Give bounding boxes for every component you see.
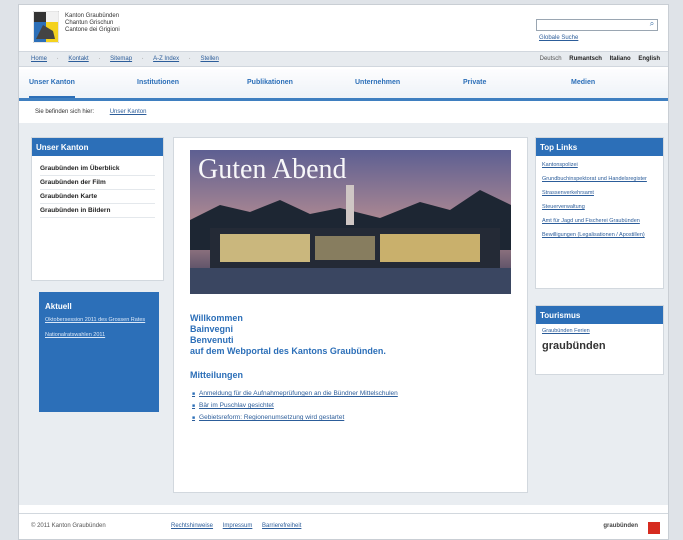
- language-italiano[interactable]: Italiano: [610, 56, 631, 62]
- top-link[interactable]: Strassenverkehrsamt: [542, 190, 657, 197]
- utility-link-sitemap[interactable]: Sitemap: [110, 56, 132, 62]
- hero-title: Guten Abend: [198, 154, 347, 185]
- tourismus-title: Tourismus: [536, 306, 663, 324]
- left-menu-title: Unser Kanton: [32, 138, 163, 156]
- graubuenden-brand-logo[interactable]: graubünden: [536, 338, 663, 354]
- left-menu-item[interactable]: Graubünden Karte: [40, 190, 155, 204]
- utility-link-home[interactable]: Home: [31, 56, 47, 62]
- nav-tab-unternehmen[interactable]: Unternehmen: [355, 79, 400, 86]
- welcome-line: auf dem Webportal des Kantons Graubünden…: [190, 346, 386, 356]
- utility-link-kontakt[interactable]: Kontakt: [68, 56, 88, 62]
- welcome-text: Willkommen Bainvegni Benvenuti auf dem W…: [190, 313, 386, 357]
- mitteilung-link[interactable]: Bär im Puschlav gesichtet: [192, 402, 398, 409]
- main-content-box: Guten Abend Willkommen Bainvegni Benvenu…: [173, 137, 528, 493]
- search-icon[interactable]: ⌕: [647, 20, 657, 28]
- utility-link-az-index[interactable]: A-Z Index: [153, 56, 179, 62]
- utility-separator: ·: [141, 56, 144, 62]
- top-link[interactable]: Steuerverwaltung: [542, 204, 657, 211]
- welcome-line: Willkommen: [190, 313, 243, 323]
- footer-link-rechtshinweise[interactable]: Rechtshinweise: [171, 523, 213, 529]
- breadcrumb: Sie befinden sich hier: Unser Kanton: [35, 109, 146, 115]
- aktuell-box: Aktuell Oktobersession 2011 des Grossen …: [39, 292, 159, 412]
- site-name-de: Kanton Graubünden: [65, 13, 120, 19]
- footer-brand-logo[interactable]: graubünden: [603, 523, 638, 529]
- top-link[interactable]: Bewilligungen (Legalisationen / Apostill…: [542, 232, 657, 239]
- utility-separator: ·: [188, 56, 191, 62]
- canton-coat-of-arms-logo[interactable]: [32, 10, 60, 44]
- site-header: Kanton Graubünden Chantun Grischun Canto…: [19, 5, 668, 49]
- site-name: Kanton Graubünden Chantun Grischun Canto…: [65, 13, 120, 34]
- top-link[interactable]: Grundbuchinspektorat und Handelsregister: [542, 176, 657, 183]
- aktuell-item[interactable]: Nationalratswahlen 2011: [39, 330, 159, 345]
- footer-link-barrierefreiheit[interactable]: Barrierefreiheit: [262, 523, 301, 529]
- language-rumantsch[interactable]: Rumantsch: [569, 56, 602, 62]
- site-footer: © 2011 Kanton Graubünden Rechtshinweise …: [19, 513, 668, 539]
- search-input[interactable]: [536, 19, 658, 31]
- nav-tab-private[interactable]: Private: [463, 79, 486, 86]
- welcome-line: Benvenuti: [190, 335, 234, 345]
- site-name-it: Cantone dei Grigioni: [65, 27, 120, 33]
- aktuell-item[interactable]: Oktobersession 2011 des Grossen Rates: [39, 315, 159, 330]
- nav-tab-institutionen[interactable]: Institutionen: [137, 79, 179, 86]
- footer-link-impressum[interactable]: Impressum: [223, 523, 253, 529]
- tourismus-link[interactable]: Graubünden Ferien: [536, 324, 663, 338]
- left-menu-item[interactable]: Graubünden der Film: [40, 176, 155, 190]
- top-link[interactable]: Kantonspolizei: [542, 162, 657, 169]
- footer-links: Rechtshinweise Impressum Barrierefreihei…: [171, 523, 309, 529]
- browser-page: Kanton Graubünden Chantun Grischun Canto…: [18, 4, 669, 540]
- hero-image: Guten Abend: [190, 150, 511, 294]
- utility-bar: Home · Kontakt · Sitemap · A-Z Index · S…: [19, 51, 668, 67]
- top-links-list: Kantonspolizei Grundbuchinspektorat und …: [536, 156, 663, 252]
- top-links-title: Top Links: [536, 138, 663, 156]
- left-menu-box: Unser Kanton Graubünden im Überblick Gra…: [31, 137, 164, 281]
- nav-tab-publikationen[interactable]: Publikationen: [247, 79, 293, 86]
- utility-links: Home · Kontakt · Sitemap · A-Z Index · S…: [31, 56, 227, 62]
- global-search-link[interactable]: Globale Suche: [539, 35, 578, 41]
- mitteilungen-list: Anmeldung für die Aufnahmeprüfungen an d…: [192, 390, 398, 426]
- left-menu-item[interactable]: Graubünden im Überblick: [40, 162, 155, 176]
- language-deutsch[interactable]: Deutsch: [540, 56, 562, 62]
- mitteilung-link[interactable]: Anmeldung für die Aufnahmeprüfungen an d…: [192, 390, 398, 397]
- main-navigation: Unser Kanton Institutionen Publikationen…: [19, 69, 668, 101]
- welcome-line: Bainvegni: [190, 324, 234, 334]
- top-link[interactable]: Amt für Jagd und Fischerei Graubünden: [542, 218, 657, 225]
- left-menu-list: Graubünden im Überblick Graubünden der F…: [32, 156, 163, 224]
- utility-link-stellen[interactable]: Stellen: [200, 56, 218, 62]
- left-menu-item[interactable]: Graubünden in Bildern: [40, 204, 155, 218]
- mitteilung-link[interactable]: Gebietsreform: Regionenumsetzung wird ge…: [192, 414, 398, 421]
- nav-tab-unser-kanton[interactable]: Unser Kanton: [29, 79, 75, 98]
- footer-badge-icon[interactable]: [648, 522, 660, 534]
- aktuell-title: Aktuell: [45, 302, 72, 311]
- top-links-box: Top Links Kantonspolizei Grundbuchinspek…: [535, 137, 664, 289]
- utility-separator: ·: [56, 56, 59, 62]
- tourismus-box: Tourismus Graubünden Ferien graubünden: [535, 305, 664, 375]
- utility-separator: ·: [98, 56, 101, 62]
- site-name-rm: Chantun Grischun: [65, 20, 114, 26]
- breadcrumb-current-link[interactable]: Unser Kanton: [110, 109, 147, 115]
- nav-tab-medien[interactable]: Medien: [571, 79, 595, 86]
- mitteilungen-title: Mitteilungen: [190, 370, 243, 380]
- language-switcher: Deutsch Rumantsch Italiano English: [534, 56, 660, 62]
- language-english[interactable]: English: [638, 56, 660, 62]
- breadcrumb-prefix: Sie befinden sich hier:: [35, 109, 95, 115]
- footer-copyright: © 2011 Kanton Graubünden: [31, 523, 106, 529]
